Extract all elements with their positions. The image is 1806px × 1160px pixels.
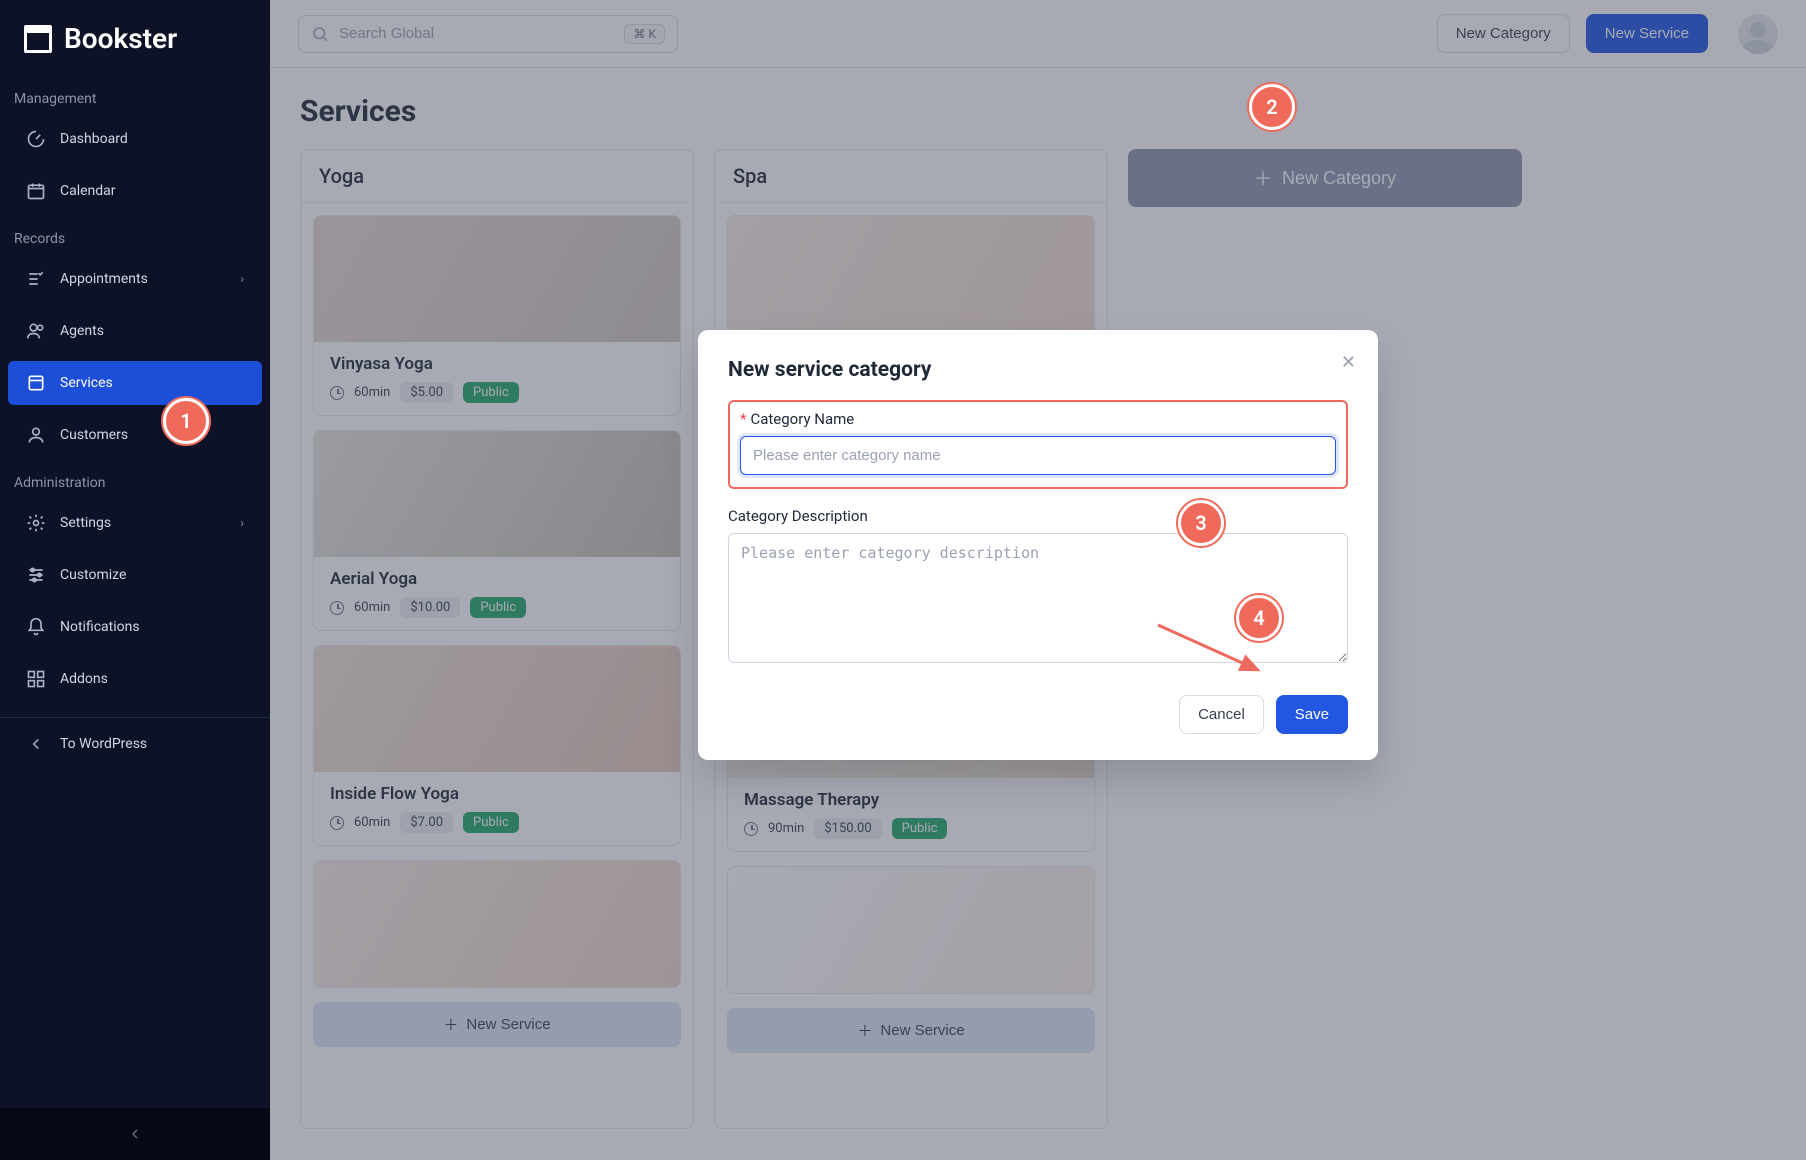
annotation-badge-1: 1 <box>163 398 209 444</box>
brand-name: Bookster <box>64 22 177 55</box>
brand: Bookster <box>0 0 270 77</box>
annotation-badge-3: 3 <box>1178 500 1224 546</box>
sidebar-item-label: Customize <box>60 567 126 583</box>
user-icon <box>26 425 46 445</box>
category-name-label: * Category Name <box>740 410 1336 428</box>
users-icon <box>26 321 46 341</box>
required-marker: * <box>740 410 746 428</box>
modal-overlay[interactable]: New service category ✕ * Category Name C… <box>270 0 1806 1160</box>
sidebar-item-label: To WordPress <box>60 736 147 752</box>
category-name-input[interactable] <box>740 436 1336 475</box>
sidebar-item-settings[interactable]: Settings › <box>8 501 262 545</box>
sidebar-item-appointments[interactable]: Appointments › <box>8 257 262 301</box>
chevron-left-icon <box>127 1126 143 1142</box>
sidebar-item-calendar[interactable]: Calendar <box>8 169 262 213</box>
sidebar-item-label: Calendar <box>60 183 116 199</box>
sidebar-item-customers[interactable]: Customers <box>8 413 262 457</box>
sidebar-item-addons[interactable]: Addons <box>8 657 262 701</box>
cancel-button[interactable]: Cancel <box>1179 695 1264 734</box>
sidebar-item-label: Notifications <box>60 619 140 635</box>
nav-section-administration: Administration <box>0 461 270 497</box>
category-description-label: Category Description <box>728 507 1348 525</box>
gauge-icon <box>26 129 46 149</box>
sidebar-item-agents[interactable]: Agents <box>8 309 262 353</box>
bell-icon <box>26 617 46 637</box>
sidebar-item-to-wordpress[interactable]: To WordPress <box>8 722 262 766</box>
close-icon: ✕ <box>1341 352 1356 372</box>
sidebar: Bookster Management Dashboard Calendar R… <box>0 0 270 1160</box>
annotation-badge-2: 2 <box>1249 84 1295 130</box>
sidebar-item-label: Dashboard <box>60 131 128 147</box>
sidebar-item-label: Customers <box>60 427 128 443</box>
sidebar-item-label: Settings <box>60 515 111 531</box>
sidebar-item-label: Agents <box>60 323 104 339</box>
modal-title: New service category <box>728 358 1348 382</box>
nav-section-management: Management <box>0 77 270 113</box>
gear-icon <box>26 513 46 533</box>
save-button[interactable]: Save <box>1276 695 1348 734</box>
arrow-left-icon <box>26 734 46 754</box>
sidebar-item-dashboard[interactable]: Dashboard <box>8 117 262 161</box>
modal: New service category ✕ * Category Name C… <box>698 330 1378 760</box>
list-check-icon <box>26 269 46 289</box>
package-icon <box>26 373 46 393</box>
grid-icon <box>26 669 46 689</box>
main: ⌘ K New Category New Service Services Yo… <box>270 0 1806 1160</box>
modal-actions: Cancel Save <box>728 695 1348 734</box>
chevron-right-icon: › <box>240 272 244 286</box>
nav-section-records: Records <box>0 217 270 253</box>
sidebar-item-label: Appointments <box>60 271 148 287</box>
sidebar-item-notifications[interactable]: Notifications <box>8 605 262 649</box>
sidebar-item-label: Addons <box>60 671 108 687</box>
calendar-icon <box>26 181 46 201</box>
sidebar-item-customize[interactable]: Customize <box>8 553 262 597</box>
app-root: Bookster Management Dashboard Calendar R… <box>0 0 1806 1160</box>
sliders-icon <box>26 565 46 585</box>
sidebar-footer: To WordPress <box>0 717 270 770</box>
sidebar-item-label: Services <box>60 375 113 391</box>
modal-close-button[interactable]: ✕ <box>1341 352 1356 373</box>
sidebar-collapse[interactable] <box>0 1108 270 1160</box>
sidebar-item-services[interactable]: Services <box>8 361 262 405</box>
brand-icon <box>24 25 52 53</box>
chevron-right-icon: › <box>240 516 244 530</box>
category-name-field-group: * Category Name <box>728 400 1348 489</box>
annotation-badge-4: 4 <box>1236 595 1282 641</box>
